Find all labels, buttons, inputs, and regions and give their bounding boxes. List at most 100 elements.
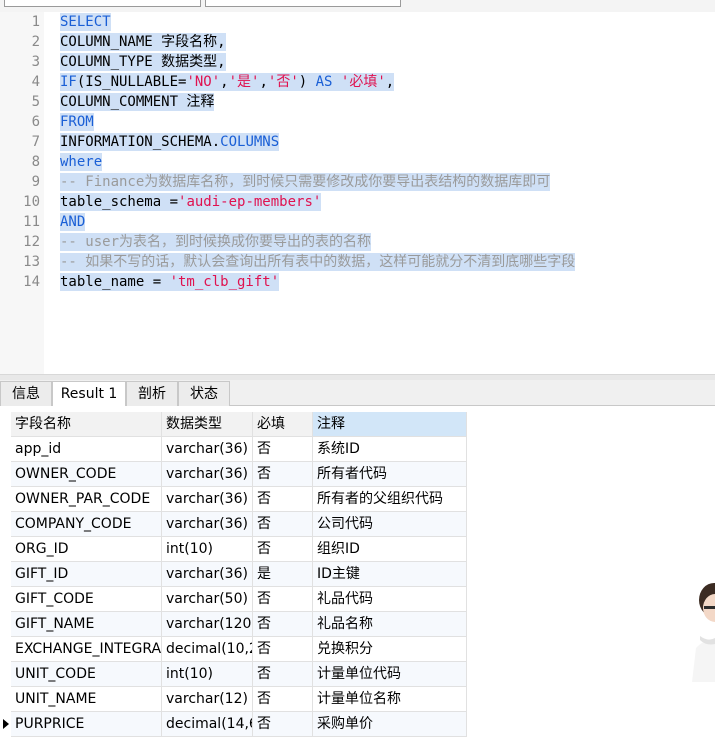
table-cell[interactable]: GIFT_CODE xyxy=(11,587,162,612)
code-token: ) xyxy=(298,74,316,90)
table-cell[interactable]: 采购单价 xyxy=(313,712,467,737)
code-token: INFORMATION_SCHEMA. xyxy=(60,134,221,150)
code-line[interactable]: 5 COLUMN_COMMENT 注释 xyxy=(0,92,715,112)
table-cell[interactable]: 否 xyxy=(253,687,313,712)
table-cell[interactable]: 兑换积分 xyxy=(313,637,467,662)
sql-editor[interactable]: 1 SELECT 2 COLUMN_NAME 字段名称, 3 COLUMN_TYPE 数据… xyxy=(0,12,715,376)
table-cell[interactable]: 礼品代码 xyxy=(313,587,467,612)
table-cell[interactable]: decimal(14,6) xyxy=(162,712,253,737)
table-cell[interactable]: 是 xyxy=(253,562,313,587)
table-cell[interactable]: 否 xyxy=(253,537,313,562)
code-token: COLUMN_TYPE 数据类型, xyxy=(60,54,226,70)
line-number: 5 xyxy=(31,94,40,110)
column-header[interactable]: 必填 xyxy=(253,412,313,437)
code-token: '必填' xyxy=(340,74,386,90)
table-cell[interactable]: varchar(36) xyxy=(162,512,253,537)
code-text: -- Finance为数据库名称，到时候只需要修改成你要导出表结构的数据库即可 xyxy=(60,173,551,191)
code-line[interactable]: 10 table_schema ='audi-ep-members' xyxy=(0,192,715,212)
code-line[interactable]: 3 COLUMN_TYPE 数据类型, xyxy=(0,52,715,72)
code-line[interactable]: 2 COLUMN_NAME 字段名称, xyxy=(0,32,715,52)
table-cell[interactable]: varchar(120) xyxy=(162,612,253,637)
column-header[interactable]: 注释 xyxy=(313,412,467,437)
code-line[interactable]: 13 -- 如果不写的话，默认会查询出所有表中的数据，这样可能就分不清到底哪些字段 xyxy=(0,252,715,272)
code-text: table_schema ='audi-ep-members' xyxy=(60,193,322,211)
code-token: -- 如果不写的话，默认会查询出所有表中的数据，这样可能就分不清到底哪些字段 xyxy=(60,254,576,270)
table-cell[interactable]: varchar(36) xyxy=(162,487,253,512)
table-cell[interactable]: varchar(36) xyxy=(162,562,253,587)
tab-info[interactable]: 信息 xyxy=(0,381,52,406)
table-cell[interactable]: UNIT_NAME xyxy=(11,687,162,712)
table-cell[interactable]: 否 xyxy=(253,662,313,687)
table-cell[interactable]: PURPRICE xyxy=(11,712,162,737)
table-cell[interactable]: OWNER_CODE xyxy=(11,462,162,487)
code-line[interactable]: 7 INFORMATION_SCHEMA.COLUMNS xyxy=(0,132,715,152)
table-cell[interactable]: decimal(10,2) xyxy=(162,637,253,662)
column-header[interactable]: 字段名称 xyxy=(11,412,162,437)
table-cell[interactable]: 否 xyxy=(253,587,313,612)
table-cell[interactable]: 系统ID xyxy=(313,437,467,462)
table-cell[interactable]: GIFT_ID xyxy=(11,562,162,587)
code-line[interactable]: 1 SELECT xyxy=(0,12,715,32)
result-tabs: 信息 Result 1 剖析 状态 xyxy=(0,380,715,407)
table-cell[interactable]: ID主键 xyxy=(313,562,467,587)
code-text: COLUMN_COMMENT 注释 xyxy=(60,93,215,111)
table-cell[interactable]: COMPANY_CODE xyxy=(11,512,162,537)
table-cell[interactable]: UNIT_CODE xyxy=(11,662,162,687)
table-cell[interactable]: 所有者的父组织代码 xyxy=(313,487,467,512)
line-number: 14 xyxy=(23,274,40,290)
code-line[interactable]: 12 -- user为表名，到时候换成你要导出的表的名称 xyxy=(0,232,715,252)
code-text: FROM xyxy=(60,113,94,131)
code-line[interactable]: 14 table_name = 'tm_clb_gift' xyxy=(0,272,715,292)
code-token: IF xyxy=(60,74,77,90)
table-cell[interactable]: 否 xyxy=(253,487,313,512)
table-cell[interactable]: 公司代码 xyxy=(313,512,467,537)
avatar xyxy=(690,572,715,682)
table-cell[interactable]: 否 xyxy=(253,512,313,537)
current-row-arrow-icon xyxy=(3,719,9,729)
table-cell[interactable]: int(10) xyxy=(162,537,253,562)
tab-status[interactable]: 状态 xyxy=(178,381,230,406)
tab-result-1[interactable]: Result 1 xyxy=(52,381,126,407)
toolbar-dropdown-2[interactable] xyxy=(205,0,401,7)
table-cell[interactable]: 组织ID xyxy=(313,537,467,562)
result-grid: 字段名称 数据类型 必填 注释 app_id varchar(36) 否系统ID OWNER_… xyxy=(0,406,715,745)
code-line[interactable]: 9 -- Finance为数据库名称，到时候只需要修改成你要导出表结构的数据库即可 xyxy=(0,172,715,192)
code-line[interactable]: 4 IF(IS_NULLABLE='NO','是','否') AS '必填', xyxy=(0,72,715,92)
code-text: COLUMN_NAME 字段名称, xyxy=(60,33,226,51)
code-text: where xyxy=(60,153,103,171)
code-token: , xyxy=(259,74,268,90)
line-number: 10 xyxy=(23,194,40,210)
table-cell[interactable]: app_id xyxy=(11,437,162,462)
table-cell[interactable]: varchar(12) xyxy=(162,687,253,712)
table-cell[interactable]: varchar(36) xyxy=(162,437,253,462)
table-cell[interactable]: EXCHANGE_INTEGRAL xyxy=(11,637,162,662)
tab-profile[interactable]: 剖析 xyxy=(126,381,178,406)
line-number: 3 xyxy=(31,54,40,70)
code-line[interactable]: 6 FROM xyxy=(0,112,715,132)
code-line[interactable]: 11 AND xyxy=(0,212,715,232)
code-token: AND xyxy=(60,214,86,230)
code-text: AND xyxy=(60,213,86,231)
table-cell[interactable]: 否 xyxy=(253,437,313,462)
table-cell[interactable]: 所有者代码 xyxy=(313,462,467,487)
table-cell[interactable]: varchar(50) xyxy=(162,587,253,612)
table-cell[interactable]: ORG_ID xyxy=(11,537,162,562)
table-cell[interactable]: 计量单位名称 xyxy=(313,687,467,712)
code-token: COLUMNS xyxy=(220,134,280,150)
table-cell[interactable]: 计量单位代码 xyxy=(313,662,467,687)
code-token: COLUMN_NAME 字段名称, xyxy=(60,34,226,50)
table-cell[interactable]: 礼品名称 xyxy=(313,612,467,637)
table-cell[interactable]: int(10) xyxy=(162,662,253,687)
table-cell[interactable]: GIFT_NAME xyxy=(11,612,162,637)
line-number: 1 xyxy=(31,14,40,30)
table-cell[interactable]: 否 xyxy=(253,462,313,487)
toolbar-dropdown-1[interactable] xyxy=(4,0,201,7)
table-cell[interactable]: varchar(36) xyxy=(162,462,253,487)
table-cell[interactable]: OWNER_PAR_CODE xyxy=(11,487,162,512)
table-cell[interactable]: 否 xyxy=(253,712,313,737)
code-line[interactable]: 8 where xyxy=(0,152,715,172)
table-cell[interactable]: 否 xyxy=(253,612,313,637)
table-cell[interactable]: 否 xyxy=(253,637,313,662)
column-header[interactable]: 数据类型 xyxy=(162,412,253,437)
code-token: '是' xyxy=(228,74,260,90)
